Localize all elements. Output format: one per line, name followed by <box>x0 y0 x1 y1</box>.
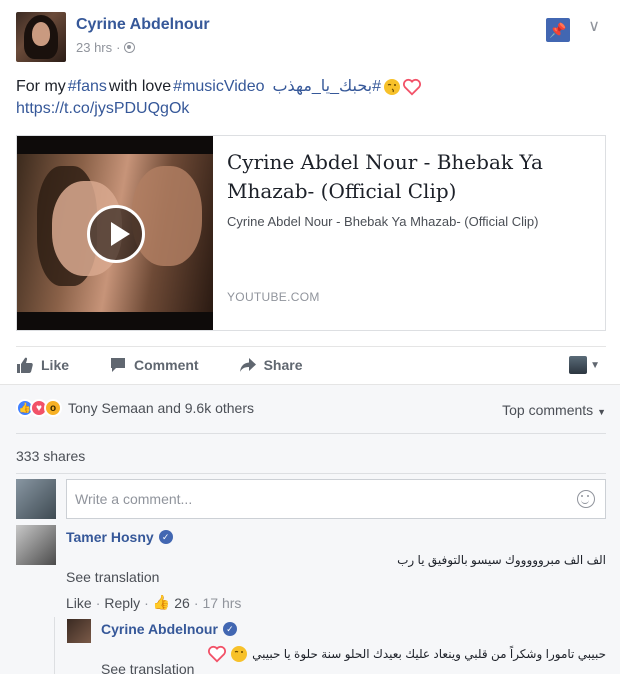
divider <box>16 473 606 474</box>
post-meta: 23 hrs · <box>76 40 136 55</box>
commenter-name-text: Tamer Hosny <box>66 529 154 545</box>
caret-down-icon: ▼ <box>597 407 606 417</box>
commenter-avatar[interactable] <box>16 525 56 565</box>
comment-composer: Write a comment... <box>16 479 606 519</box>
post-action-bar: Like Comment Share ▼ <box>16 346 606 382</box>
kiss-emoji-icon <box>231 646 248 662</box>
reply-text: حبيبي تامورا وشكراً من قلبي وينعاد عليك … <box>252 647 606 661</box>
reply-text-row: حبيبي تامورا وشكراً من قلبي وينعاد عليك … <box>208 645 606 663</box>
current-user-avatar <box>16 479 56 519</box>
author-avatar[interactable] <box>16 12 66 62</box>
share-button[interactable]: Share <box>239 356 303 374</box>
heart-icon <box>208 645 227 663</box>
author-name[interactable]: Cyrine Abdelnour <box>76 16 210 34</box>
comment-icon <box>111 357 126 372</box>
comment-likes-count[interactable]: 26 <box>174 595 190 611</box>
reply-author-name[interactable]: Cyrine Abdelnour ✓ <box>101 621 237 637</box>
comment-label: Comment <box>134 356 199 373</box>
like-button[interactable]: Like <box>16 356 69 374</box>
thumbs-up-icon: 👍 <box>152 594 171 610</box>
shares-count[interactable]: 333 shares <box>16 448 85 464</box>
reactions-text[interactable]: Tony Semaan and 9.6k others <box>68 400 254 416</box>
heart-icon <box>403 78 421 96</box>
see-translation-link[interactable]: See translation <box>66 569 159 585</box>
commenter-name[interactable]: Tamer Hosny ✓ <box>66 529 173 545</box>
see-translation-link[interactable]: See translation <box>101 661 194 674</box>
comment-button[interactable]: Comment <box>109 356 199 374</box>
chevron-down-icon[interactable]: ∨ <box>588 16 600 36</box>
top-comments-label: Top comments <box>502 402 594 418</box>
comment-meta: Like · Reply · 👍 26 · 17 hrs <box>66 594 242 611</box>
like-label: Like <box>41 356 70 373</box>
audience-avatar <box>569 356 588 374</box>
reactions-summary[interactable]: 👍 ♥ o Tony Semaan and 9.6k others <box>16 399 254 417</box>
kiss-emoji-icon <box>384 79 401 95</box>
pin-icon[interactable]: 📌 <box>546 18 570 42</box>
comment-time[interactable]: 17 hrs <box>203 595 242 611</box>
globe-icon[interactable] <box>124 42 136 53</box>
verified-badge-icon: ✓ <box>222 622 237 636</box>
share-label: Share <box>263 356 303 373</box>
link-preview-card[interactable]: Cyrine Abdel Nour - Bhebak Ya Mhazab- (O… <box>16 135 606 331</box>
comment-reply-button[interactable]: Reply <box>104 595 140 611</box>
link-card-domain: YOUTUBE.COM <box>227 290 320 304</box>
post-text: For my #fans with love #musicVideo #بحبك… <box>16 76 536 120</box>
share-arrow-icon <box>239 357 256 372</box>
comment-text: الف الف مبروووووك سيسو بالتوفيق يا رب <box>397 553 606 567</box>
reply-author-avatar[interactable] <box>67 619 91 643</box>
separator-dot: · <box>116 40 121 55</box>
reply-item: Cyrine Abdelnour ✓ حبيبي تامورا وشكراً م… <box>54 617 606 674</box>
emoji-picker-icon[interactable] <box>577 490 595 508</box>
video-thumbnail[interactable] <box>17 136 213 330</box>
comment-like-button[interactable]: Like <box>66 595 92 611</box>
hashtag-musicvideo[interactable]: #musicVideo <box>173 76 264 98</box>
wow-reaction-icon: o <box>44 399 62 417</box>
comment-input[interactable]: Write a comment... <box>66 479 606 519</box>
comments-section: 👍 ♥ o Tony Semaan and 9.6k others Top co… <box>0 384 620 674</box>
divider <box>16 433 606 434</box>
link-card-title[interactable]: Cyrine Abdel Nour - Bhebak Ya Mhazab- (O… <box>227 148 595 206</box>
hashtag-fans[interactable]: #fans <box>68 76 107 98</box>
post-text-mid: with love <box>108 78 172 95</box>
post-header: Cyrine Abdelnour 23 hrs · 📌 ∨ <box>16 12 610 62</box>
verified-badge-icon: ✓ <box>158 530 173 544</box>
reply-author-name-text: Cyrine Abdelnour <box>101 621 218 637</box>
hashtag-arabic[interactable]: #بحبك_يا_مهذب <box>272 76 381 98</box>
post-link[interactable]: https://t.co/jysPDUQgOk <box>16 98 536 120</box>
play-icon[interactable] <box>87 205 145 263</box>
top-comments-dropdown[interactable]: Top comments ▼ <box>502 402 606 418</box>
post-time[interactable]: 23 hrs <box>76 40 112 55</box>
audience-selector[interactable]: ▼ <box>569 356 600 374</box>
thumbs-up-icon <box>17 357 33 373</box>
caret-down-icon: ▼ <box>590 359 600 371</box>
post-text-prefix: For my <box>16 78 66 95</box>
link-card-description: Cyrine Abdel Nour - Bhebak Ya Mhazab- (O… <box>227 214 539 229</box>
